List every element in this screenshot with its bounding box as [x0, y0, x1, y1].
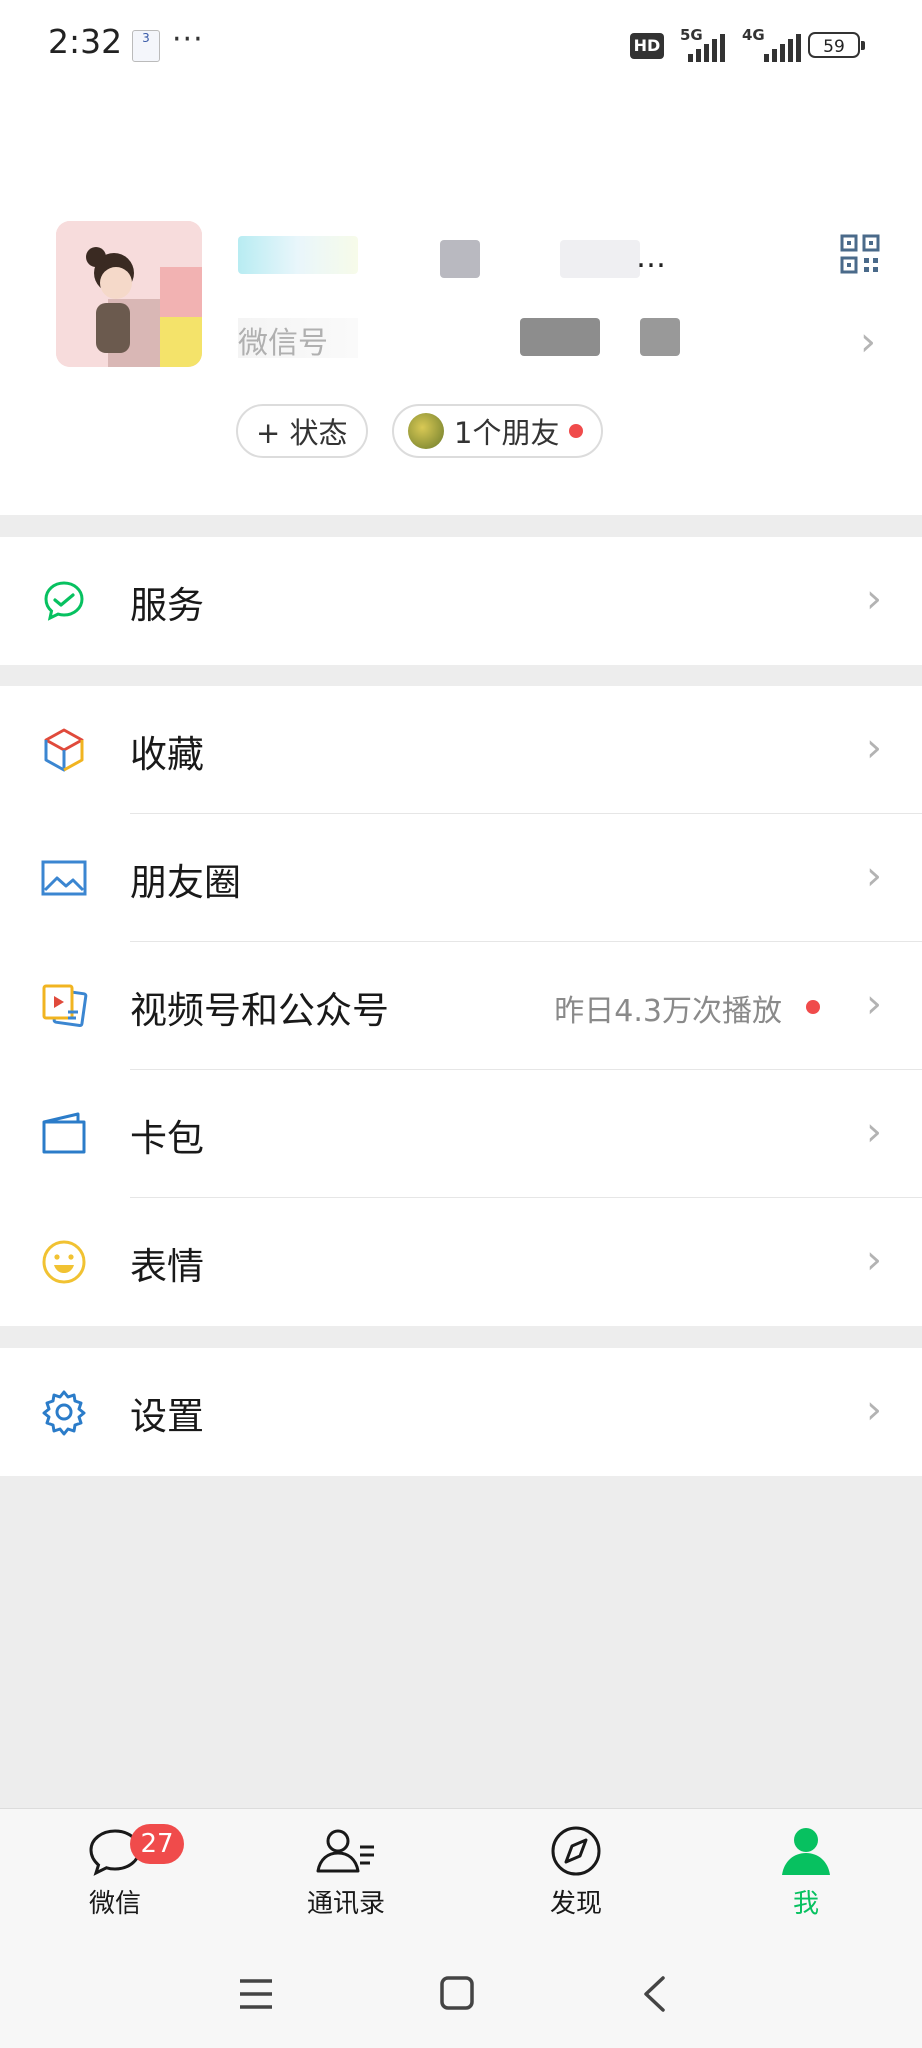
profile-chevron-icon: › — [860, 319, 876, 365]
settings-section: 设置 › — [0, 1348, 922, 1476]
battery-icon: 59 — [808, 32, 865, 58]
menu-icon[interactable] — [238, 1978, 274, 2010]
menu-label: 卡包 — [130, 1117, 204, 1160]
system-nav-bar — [0, 1928, 922, 2048]
add-status-label: + 状态 — [256, 416, 348, 450]
sticker-smile-icon — [42, 1240, 86, 1284]
service-section: 服务 › — [0, 537, 922, 665]
chevron-right-icon: › — [866, 853, 882, 899]
menu-label: 朋友圈 — [130, 861, 241, 904]
friend-avatar — [408, 413, 444, 449]
menu-item-cards[interactable]: 卡包 › — [0, 1070, 922, 1198]
contacts-icon — [316, 1829, 374, 1873]
wallet-card-icon — [42, 1112, 86, 1154]
unread-dot — [569, 424, 584, 438]
back-icon[interactable] — [642, 1976, 666, 2012]
menu-label: 服务 — [130, 584, 204, 627]
nickname-ellipsis: … — [636, 240, 666, 275]
channels-plays-text: 昨日4.3万次播放 — [554, 994, 782, 1029]
chevron-right-icon: › — [866, 1109, 882, 1155]
compass-icon — [551, 1826, 601, 1876]
tab-label: 微信 — [88, 1889, 141, 1919]
tab-label: 我 — [792, 1889, 819, 1919]
status-bar: 2:32 3 ··· HD 5G 4G 59 — [0, 0, 922, 92]
nickname-blur — [440, 240, 480, 278]
me-person-icon — [782, 1828, 830, 1875]
add-status-button[interactable]: + 状态 — [236, 404, 368, 458]
status-time: 2:32 — [48, 22, 123, 61]
menu-label: 设置 — [130, 1395, 204, 1438]
tab-discover[interactable]: 发现 — [506, 1825, 646, 1920]
wechat-id-blur — [640, 318, 680, 356]
friends-status-label: 1个朋友 — [454, 416, 560, 450]
chevron-right-icon: › — [866, 1387, 882, 1433]
settings-gear-icon — [42, 1390, 86, 1436]
tab-contacts[interactable]: 通讯录 — [276, 1825, 416, 1920]
tab-label: 发现 — [549, 1889, 602, 1919]
more-notifications-icon: ··· — [172, 22, 204, 57]
menu-item-settings[interactable]: 设置 › — [0, 1348, 922, 1476]
menu-label: 表情 — [130, 1245, 204, 1288]
menu-item-moments[interactable]: 朋友圈 › — [0, 814, 922, 942]
chevron-right-icon: › — [866, 576, 882, 622]
tab-me[interactable]: 我 — [736, 1825, 876, 1920]
chevron-right-icon: › — [866, 981, 882, 1027]
menu-label: 收藏 — [130, 733, 204, 776]
friends-status-button[interactable]: 1个朋友 — [392, 404, 604, 458]
home-icon[interactable] — [440, 1976, 474, 2010]
nickname — [238, 236, 358, 274]
moments-picture-icon — [41, 860, 87, 896]
favorites-cube-icon — [44, 728, 84, 772]
menu-item-stickers[interactable]: 表情 › — [0, 1198, 922, 1326]
channels-unread-dot — [806, 1000, 820, 1014]
unread-count-badge: 27 — [130, 1824, 184, 1864]
channels-icon — [42, 984, 88, 1028]
hd-call-icon: HD — [630, 33, 664, 59]
avatar[interactable] — [56, 221, 202, 367]
main-menu-section: 收藏 › 朋友圈 › 视频号和公众号 昨日4.3万次播放 › 卡包 › 表情 › — [0, 686, 922, 1326]
menu-item-channels[interactable]: 视频号和公众号 昨日4.3万次播放 › — [0, 942, 922, 1070]
qr-code-icon[interactable] — [840, 234, 880, 274]
menu-item-service[interactable]: 服务 › — [0, 537, 922, 665]
chevron-right-icon: › — [866, 1237, 882, 1283]
wechat-id-blur — [520, 318, 600, 356]
menu-item-favorites[interactable]: 收藏 › — [0, 686, 922, 814]
nickname-blur — [560, 240, 640, 278]
service-icon — [44, 581, 84, 621]
notification-app-icon: 3 — [132, 30, 160, 62]
wechat-id-label: 微信号 — [238, 318, 358, 358]
menu-label: 视频号和公众号 — [130, 989, 389, 1032]
chevron-right-icon: › — [866, 725, 882, 771]
tab-label: 通讯录 — [306, 1889, 385, 1919]
